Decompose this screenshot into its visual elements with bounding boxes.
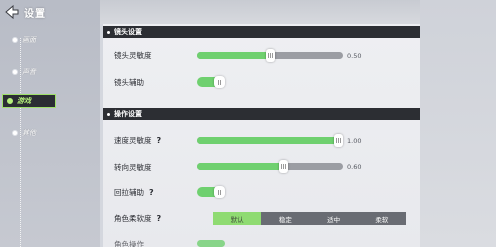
nav-dot [12,130,18,136]
softness-option-default[interactable]: 默认 [213,212,262,225]
turn-sensitivity-slider[interactable] [197,160,343,173]
nav-item-display[interactable]: 画面 [12,33,36,47]
correction-label: 回拉辅助 [114,188,144,197]
slider-thumb[interactable] [334,134,343,147]
partial-toggle[interactable] [197,240,225,247]
row-label: 镜头辅助 [114,77,144,88]
toggle-knob [214,76,225,88]
page-title: 设置 [24,9,46,20]
slider-fill [197,137,339,144]
nav-item-label: 其他 [22,129,36,137]
back-arrow-icon [5,4,19,20]
help-icon[interactable]: ? [157,136,162,145]
partial-row-label: 角色操作 [114,240,144,247]
softness-option-medium[interactable]: 适中 [310,212,358,225]
softness-option-stable[interactable]: 稳定 [261,212,309,225]
nav-item-other[interactable]: 其他 [12,126,36,140]
top-bar [100,0,420,24]
softness-segmented-control: 默认 稳定 适中 柔软 [213,212,406,225]
back-button[interactable] [4,4,20,20]
nav-dot [12,69,18,75]
help-icon[interactable]: ? [157,214,162,223]
turn-sensitivity-value: 0.60 [347,163,362,171]
slider-thumb[interactable] [279,160,289,173]
row-label: 角色柔软度 ? [114,213,161,224]
row-label: 回拉辅助 ? [114,187,154,198]
bullet-icon [107,30,110,34]
turn-sensitivity-label: 转向灵敏度 [114,163,152,172]
speed-sensitivity-label: 速度灵敏度 [114,136,152,145]
correction-toggle[interactable] [197,186,225,198]
nav-item-label: 游戏 [17,97,31,105]
row-label: 角色操作 [114,239,144,247]
softness-label: 角色柔软度 [114,214,152,223]
nav-item-label: 画面 [22,36,36,44]
settings-content: 镜头设置 镜头灵敏度 0.50 镜头辅助 操作设置 速度灵敏度 ? 1.00 转… [103,24,420,247]
slider-fill [197,163,284,170]
nav-dot [7,98,13,104]
slider-thumb[interactable] [265,49,275,62]
camera-sensitivity-slider[interactable] [197,49,343,62]
nav-item-game[interactable]: 游戏 [2,94,56,108]
nav-dot [12,37,18,43]
camera-assist-label: 镜头辅助 [114,78,144,87]
softness-option-soft[interactable]: 柔软 [358,212,406,225]
speed-sensitivity-value: 1.00 [347,137,362,145]
camera-assist-toggle[interactable] [197,76,225,88]
row-label: 转向灵敏度 [114,162,152,173]
right-background [420,0,496,247]
camera-sensitivity-label: 镜头灵敏度 [114,51,152,60]
section-header-controls: 操作设置 [103,108,420,120]
section-title: 镜头设置 [114,28,142,36]
bullet-icon [107,112,110,116]
camera-sensitivity-value: 0.50 [347,52,362,60]
toggle-knob [214,186,225,198]
row-label: 镜头灵敏度 [114,50,152,61]
section-title: 操作设置 [114,110,142,118]
nav-item-label: 声音 [22,68,36,76]
help-icon[interactable]: ? [149,188,154,197]
speed-sensitivity-slider[interactable] [197,134,343,147]
row-label: 速度灵敏度 ? [114,135,161,146]
nav-item-sound[interactable]: 声音 [12,65,36,79]
slider-fill [197,52,270,59]
section-header-camera: 镜头设置 [103,26,420,38]
